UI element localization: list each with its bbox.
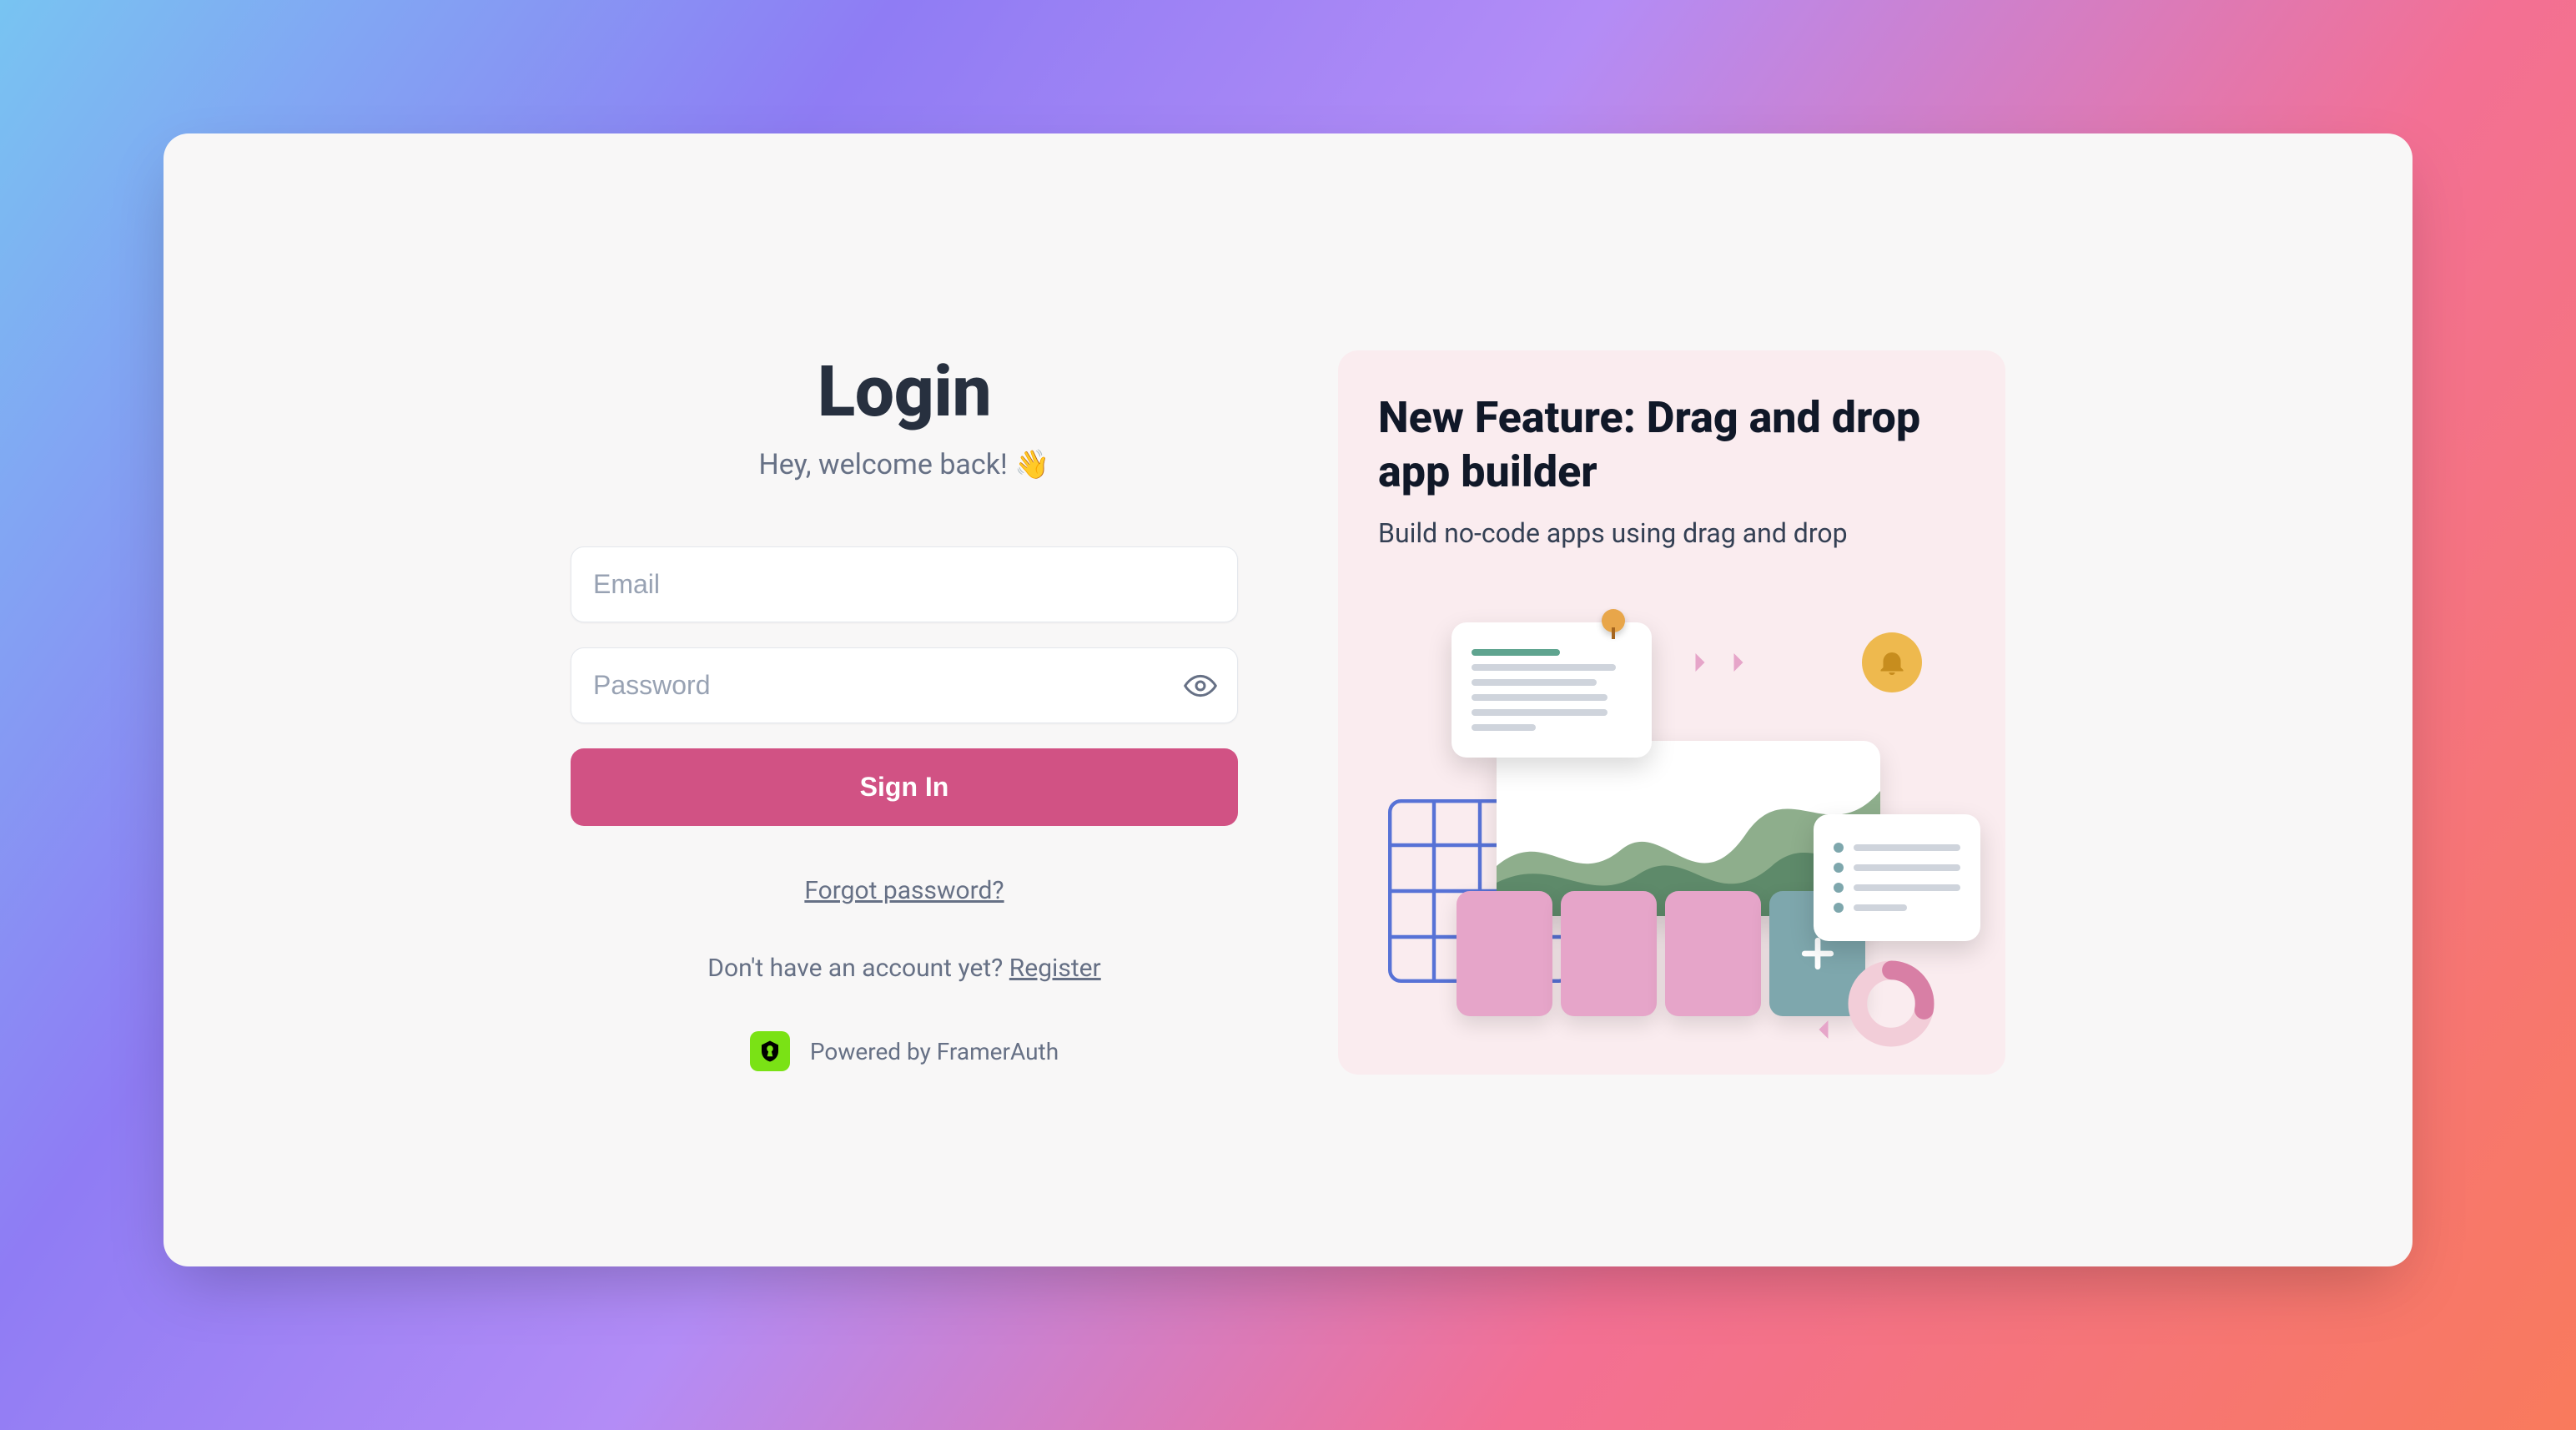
tile-icon <box>1665 891 1761 1016</box>
pin-icon <box>1602 609 1625 632</box>
no-account-prefix: Don't have an account yet? <box>707 954 1009 983</box>
login-form: Login Hey, welcome back! 👋 Sign In Forgo… <box>571 350 1238 1071</box>
email-input[interactable] <box>571 547 1237 622</box>
tile-icon <box>1561 891 1657 1016</box>
powered-by-text: Powered by FramerAuth <box>810 1038 1059 1065</box>
signin-button[interactable]: Sign In <box>571 748 1238 826</box>
field-group: Sign In <box>571 546 1238 826</box>
password-field-wrap <box>571 647 1238 723</box>
feature-title: New Feature: Drag and drop app builder <box>1378 390 1965 499</box>
page-title: Login <box>818 350 991 433</box>
tile-icon <box>1457 891 1552 1016</box>
list-card-icon <box>1814 814 1980 941</box>
chevron-right-icon <box>1682 644 1757 681</box>
donut-chart-icon <box>1847 959 1935 1048</box>
password-input[interactable] <box>571 648 1237 723</box>
forgot-password-link[interactable]: Forgot password? <box>804 876 1004 905</box>
framerauth-logo-icon <box>750 1031 790 1071</box>
no-account-text: Don't have an account yet? Register <box>707 954 1100 983</box>
feature-subtitle: Build no-code apps using drag and drop <box>1378 517 1965 549</box>
powered-by: Powered by FramerAuth <box>750 1031 1059 1071</box>
login-card: Login Hey, welcome back! 👋 Sign In Forgo… <box>164 133 2412 1266</box>
feature-illustration <box>1388 632 1955 1016</box>
page-subtitle: Hey, welcome back! 👋 <box>759 448 1050 481</box>
register-link[interactable]: Register <box>1009 954 1101 983</box>
bell-icon <box>1862 632 1922 692</box>
eye-icon[interactable] <box>1184 669 1217 702</box>
email-field-wrap <box>571 546 1238 622</box>
note-card-icon <box>1452 622 1652 758</box>
feature-panel: New Feature: Drag and drop app builder B… <box>1338 350 2005 1075</box>
